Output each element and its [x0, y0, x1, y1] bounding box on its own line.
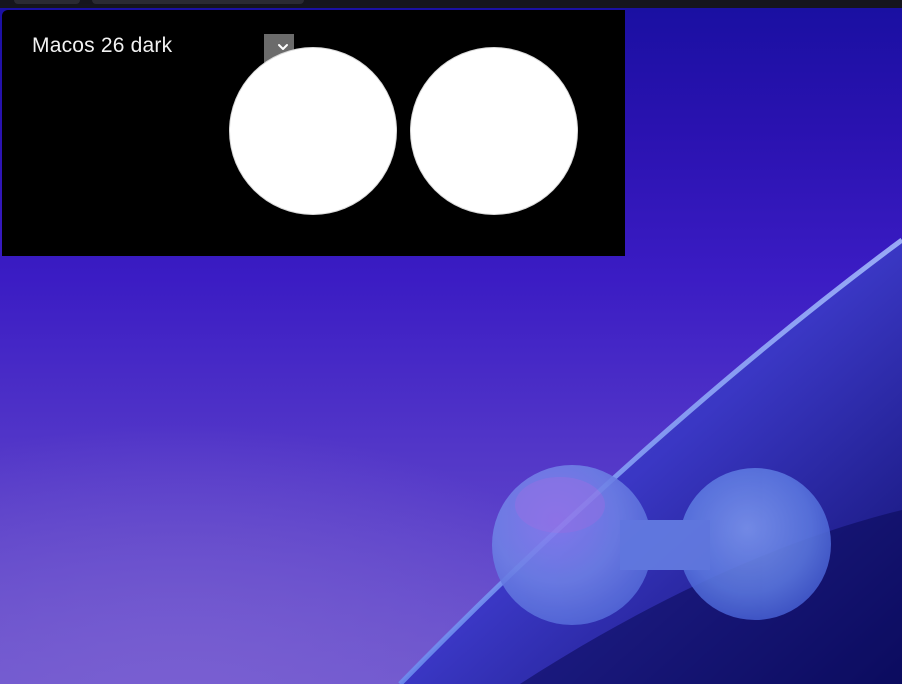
preview-circle-left: [229, 47, 397, 215]
desktop: Macos 26 dark: [0, 0, 902, 684]
preview-circle-right: [410, 47, 578, 215]
window-top-strip: [0, 0, 902, 8]
theme-select[interactable]: Macos 26 dark: [20, 18, 294, 64]
glass-blob-glow: [515, 477, 605, 533]
glass-blob-bridge: [620, 520, 710, 570]
theme-preview-panel: Macos 26 dark: [2, 10, 625, 256]
tab-hint[interactable]: [14, 0, 80, 4]
tab-hint[interactable]: [92, 0, 304, 4]
theme-select-label: Macos 26 dark: [32, 34, 173, 57]
